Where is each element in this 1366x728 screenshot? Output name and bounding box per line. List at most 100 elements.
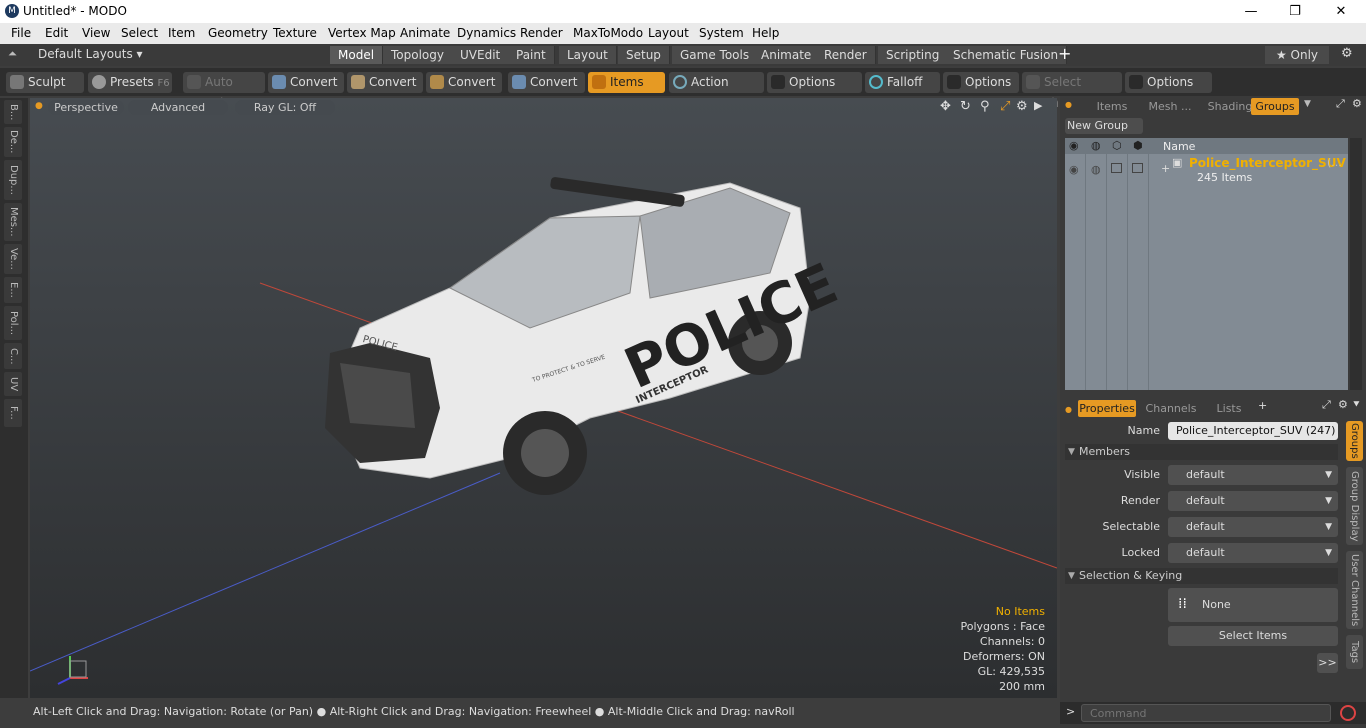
left-tab-mesh[interactable]: Mes... — [4, 203, 22, 241]
menu-file[interactable]: File — [11, 26, 31, 40]
tab-topology[interactable]: Topology — [383, 46, 453, 64]
options-button-2[interactable]: Options — [943, 72, 1019, 93]
tab-lists[interactable]: Lists — [1208, 400, 1250, 417]
members-section[interactable]: ▼ Members — [1065, 444, 1338, 460]
render-icon[interactable]: ◍ — [1091, 139, 1101, 152]
none-selection-button[interactable]: ⁞⁞ None — [1168, 588, 1338, 622]
sculpt-button[interactable]: Sculpt — [6, 72, 84, 93]
auto-select-button[interactable]: Auto Select — [183, 72, 265, 110]
options-button-3[interactable]: Options — [1125, 72, 1212, 93]
expand-icon[interactable]: ⤢ — [1336, 97, 1345, 111]
select-items-button[interactable]: Select Items — [1168, 626, 1338, 646]
tab-render[interactable]: Render — [816, 46, 876, 64]
tab-uvedit[interactable]: UVEdit — [452, 46, 510, 64]
tab-groups[interactable]: Groups — [1251, 98, 1299, 115]
group-list-scrollbar[interactable] — [1350, 138, 1362, 390]
menu-vertex-map[interactable]: Vertex Map — [328, 26, 396, 40]
name-column-header[interactable]: Name — [1163, 140, 1195, 153]
default-layouts-dropdown[interactable]: Default Layouts ▾ — [38, 47, 143, 61]
selection-keying-section[interactable]: ▼ Selection & Keying — [1065, 568, 1338, 584]
gear-icon[interactable]: ⚙ — [1341, 46, 1353, 61]
maximize-button[interactable]: ❐ — [1272, 0, 1318, 23]
side-tab-group-display[interactable]: Group Display — [1346, 467, 1363, 545]
side-tab-groups[interactable]: Groups — [1346, 421, 1363, 461]
menu-animate[interactable]: Animate — [400, 26, 450, 40]
left-tab-polygon[interactable]: Pol... — [4, 306, 22, 340]
tab-scripting[interactable]: Scripting — [878, 46, 949, 64]
options-button-1[interactable]: Options — [767, 72, 862, 93]
record-icon[interactable] — [1340, 705, 1356, 721]
menu-system[interactable]: System — [699, 26, 744, 40]
panel-gear-icon[interactable]: ⚙ — [1352, 97, 1362, 110]
add-tab-button[interactable]: + — [1058, 44, 1071, 63]
left-tab-deform[interactable]: De... — [4, 127, 22, 157]
expand-row-icon[interactable]: + — [1161, 162, 1170, 175]
presets-button[interactable]: Presets F6 — [88, 72, 172, 93]
select-icon[interactable]: ⬢ — [1133, 139, 1143, 152]
tab-properties[interactable]: Properties — [1078, 400, 1136, 417]
tab-shading[interactable]: Shading — [1202, 98, 1258, 115]
tab-menu-icon[interactable]: ▼ — [1304, 99, 1311, 109]
menu-help[interactable]: Help — [752, 26, 779, 40]
menu-select[interactable]: Select — [121, 26, 158, 40]
properties-expand-icon[interactable]: ⤢ — [1322, 398, 1331, 412]
menu-maxtomodo[interactable]: MaxToModo — [573, 26, 643, 40]
convert-button-2[interactable]: Convert — [347, 72, 423, 93]
row-eye-icon[interactable]: ◉ — [1069, 163, 1079, 176]
convert-button-4[interactable]: Convert — [508, 72, 585, 93]
convert-button-1[interactable]: Convert — [268, 72, 344, 93]
action-center-button[interactable]: Action Center — [669, 72, 764, 110]
left-tab-curve[interactable]: C... — [4, 343, 22, 369]
left-tab-fusion[interactable]: F... — [4, 399, 22, 427]
side-tab-tags[interactable]: Tags — [1346, 635, 1363, 669]
properties-gear-icon[interactable]: ⚙ — [1338, 398, 1348, 411]
menu-geometry[interactable]: Geometry — [208, 26, 268, 40]
visible-select[interactable]: default ▼ — [1168, 465, 1338, 485]
add-properties-tab-button[interactable]: + — [1258, 399, 1267, 412]
close-button[interactable]: ✕ — [1318, 0, 1364, 23]
properties-scroll-icon[interactable]: ⯆ — [1352, 398, 1361, 412]
tab-game-tools[interactable]: Game Tools — [672, 46, 759, 64]
tab-paint[interactable]: Paint — [508, 46, 555, 64]
tab-model[interactable]: Model — [330, 46, 384, 64]
left-tab-vertex[interactable]: Ve... — [4, 244, 22, 274]
group-row[interactable]: ◉ ◍ + ▣ Police_Interceptor_SUV (... 245 … — [1065, 156, 1348, 186]
command-input[interactable] — [1081, 704, 1331, 722]
row-lock-checkbox[interactable] — [1111, 163, 1122, 173]
tab-setup[interactable]: Setup — [618, 46, 670, 64]
lock-icon[interactable]: ⬡ — [1112, 139, 1122, 152]
select-through-button[interactable]: Select Through — [1022, 72, 1122, 110]
pin-icon[interactable]: ⏶ — [8, 47, 17, 61]
left-tab-uv[interactable]: UV — [4, 372, 22, 396]
menu-texture[interactable]: Texture — [273, 26, 317, 40]
convert-button-3[interactable]: Convert — [426, 72, 502, 93]
3d-viewport[interactable]: ● Perspective Advanced Ray GL: Off ✥ ↻ ⚲… — [30, 98, 1057, 698]
menu-view[interactable]: View — [82, 26, 110, 40]
new-group-button[interactable]: New Group — [1065, 118, 1143, 134]
items-mode-button[interactable]: Items — [588, 72, 665, 93]
tab-channels[interactable]: Channels — [1144, 400, 1198, 417]
render-select[interactable]: default ▼ — [1168, 491, 1338, 511]
menu-edit[interactable]: Edit — [45, 26, 68, 40]
left-tab-edge[interactable]: E... — [4, 277, 22, 303]
menu-dynamics[interactable]: Dynamics — [457, 26, 516, 40]
row-select-checkbox[interactable] — [1132, 163, 1143, 173]
minimize-button[interactable]: — — [1228, 0, 1274, 23]
row-render-icon[interactable]: ◍ — [1091, 163, 1101, 176]
eye-icon[interactable]: ◉ — [1069, 139, 1079, 152]
tab-layout[interactable]: Layout — [559, 46, 617, 64]
menu-render[interactable]: Render — [520, 26, 563, 40]
left-tab-duplicate[interactable]: Dup... — [4, 160, 22, 200]
menu-item[interactable]: Item — [168, 26, 195, 40]
more-button[interactable]: >> — [1317, 653, 1338, 673]
only-toggle[interactable]: ★ Only — [1265, 46, 1329, 64]
menu-layout[interactable]: Layout — [648, 26, 689, 40]
falloff-button[interactable]: Falloff — [865, 72, 940, 93]
tab-schematic-fusion[interactable]: Schematic Fusion — [945, 46, 1068, 64]
selectable-select[interactable]: default ▼ — [1168, 517, 1338, 537]
tab-mesh[interactable]: Mesh ... — [1140, 98, 1200, 115]
name-field[interactable]: Police_Interceptor_SUV (247) — [1168, 422, 1338, 440]
group-list[interactable]: ◉ ◍ ⬡ ⬢ Name ◉ ◍ + ▣ Police_Interceptor_… — [1065, 138, 1348, 390]
side-tab-user-channels[interactable]: User Channels — [1346, 551, 1363, 629]
tab-items[interactable]: Items — [1086, 98, 1138, 115]
